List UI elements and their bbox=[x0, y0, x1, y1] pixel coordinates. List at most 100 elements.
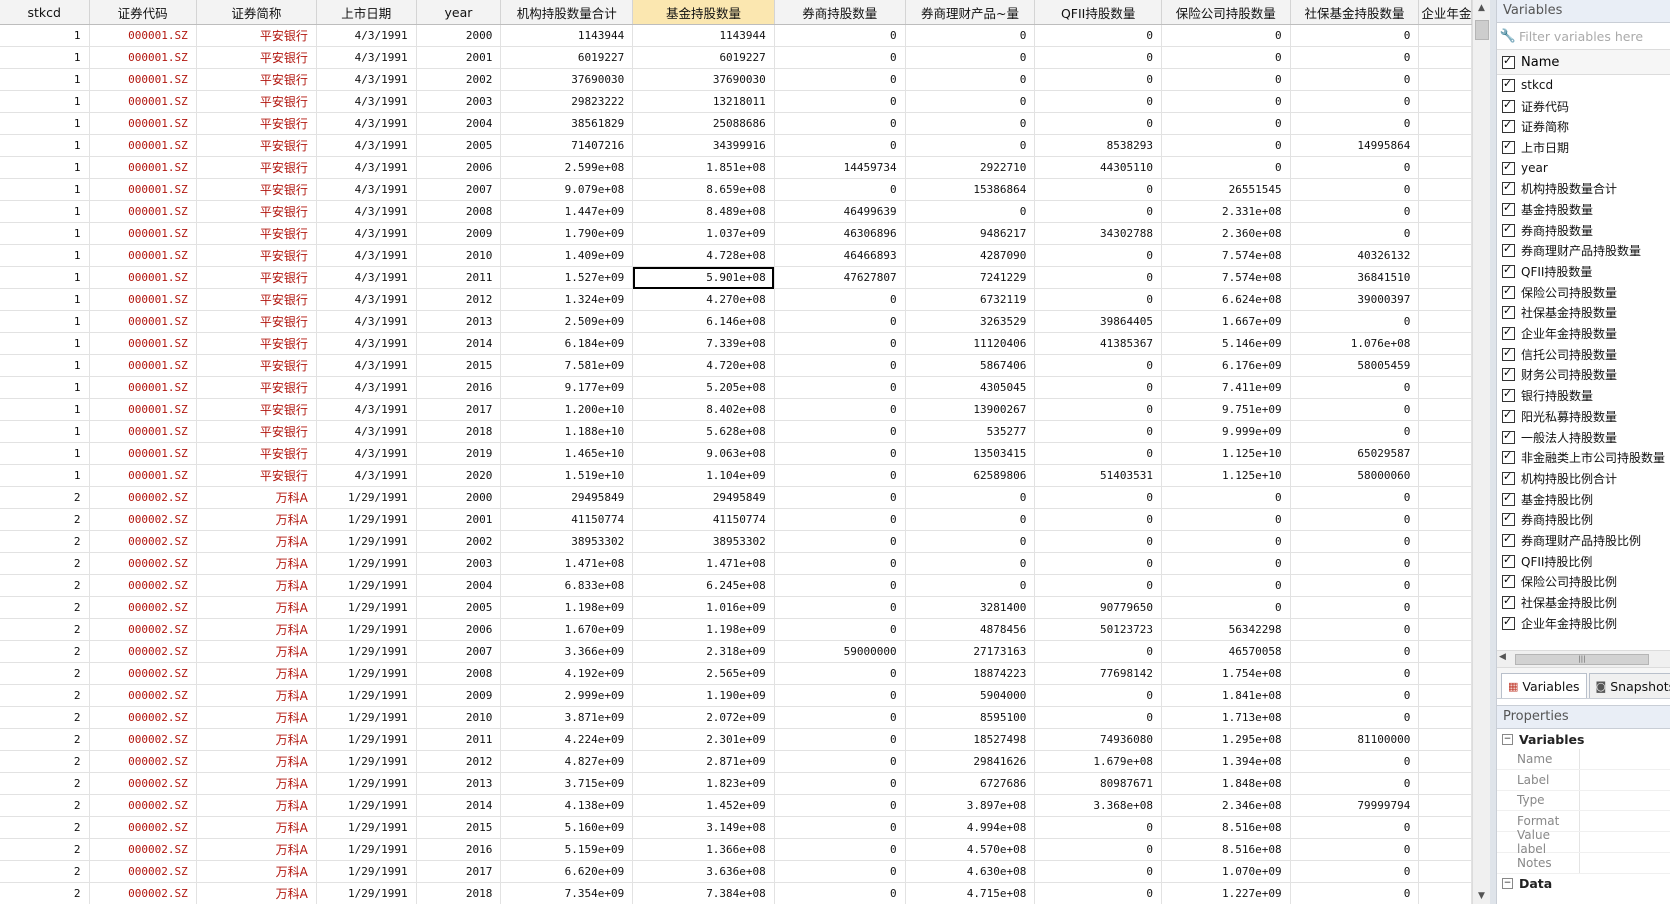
table-cell[interactable] bbox=[1418, 728, 1472, 751]
table-cell[interactable]: 000001.SZ bbox=[89, 134, 197, 157]
table-row[interactable]: 1 000001.SZ 平安银行 4/3/1991 2008 1.447e+09 8.489… bbox=[0, 200, 1472, 223]
variable-checkbox[interactable] bbox=[1502, 160, 1515, 175]
table-cell[interactable] bbox=[1418, 860, 1472, 883]
table-cell[interactable]: 0 bbox=[774, 530, 906, 553]
table-cell[interactable]: 0 bbox=[774, 90, 906, 113]
table-cell[interactable]: 4/3/1991 bbox=[316, 442, 417, 465]
table-cell[interactable]: 万科A bbox=[196, 728, 317, 751]
table-row[interactable]: 1 000001.SZ 平安银行 4/3/1991 2020 1.519e+10 1.104… bbox=[0, 464, 1472, 487]
table-cell[interactable]: 6727686 bbox=[905, 772, 1036, 795]
table-cell[interactable]: 1/29/1991 bbox=[316, 530, 417, 553]
table-cell[interactable]: 万科A bbox=[196, 882, 317, 904]
table-cell[interactable]: 18527498 bbox=[905, 728, 1036, 751]
table-cell[interactable] bbox=[1418, 530, 1472, 553]
table-cell[interactable]: 0 bbox=[1034, 90, 1162, 113]
table-cell[interactable]: 0 bbox=[774, 442, 906, 465]
table-cell[interactable]: 1/29/1991 bbox=[316, 508, 417, 531]
variable-checkbox[interactable] bbox=[1502, 325, 1515, 341]
table-cell[interactable]: 3.871e+09 bbox=[500, 706, 634, 729]
variable-item[interactable]: 财务公司持股数量 bbox=[1497, 365, 1670, 386]
table-cell[interactable] bbox=[1418, 68, 1472, 91]
table-cell[interactable]: 2 bbox=[0, 728, 90, 751]
table-cell[interactable]: 000001.SZ bbox=[89, 376, 197, 399]
table-cell[interactable]: 4.728e+08 bbox=[632, 244, 775, 267]
vertical-scrollbar[interactable]: ▲ ▼ bbox=[1472, 0, 1490, 904]
table-cell[interactable]: 平安银行 bbox=[196, 222, 317, 245]
table-cell[interactable]: 6019227 bbox=[500, 46, 634, 69]
table-cell[interactable]: 0 bbox=[1161, 508, 1291, 531]
table-row[interactable]: 2 000002.SZ 万科A 1/29/1991 2004 6.833e+08 6.245… bbox=[0, 574, 1472, 597]
variable-item[interactable]: 保险公司持股比例 bbox=[1497, 572, 1670, 593]
table-cell[interactable]: 万科A bbox=[196, 684, 317, 707]
table-cell[interactable]: 0 bbox=[905, 90, 1036, 113]
table-cell[interactable]: 9.999e+09 bbox=[1161, 420, 1291, 443]
table-cell[interactable]: 39864405 bbox=[1034, 310, 1162, 333]
table-row[interactable]: 1 000001.SZ 平安银行 4/3/1991 2017 1.200e+10 8.402… bbox=[0, 398, 1472, 421]
table-cell[interactable]: 2003 bbox=[416, 90, 502, 113]
table-cell[interactable]: 7.339e+08 bbox=[632, 332, 775, 355]
table-cell[interactable]: 2015 bbox=[416, 816, 502, 839]
variable-checkbox[interactable] bbox=[1502, 594, 1515, 610]
table-cell[interactable]: 13503415 bbox=[905, 442, 1036, 465]
table-cell[interactable]: 0 bbox=[1161, 156, 1291, 179]
variable-item[interactable]: 机构持股比例合计 bbox=[1497, 468, 1670, 489]
column-header[interactable]: 上市日期 bbox=[316, 0, 417, 25]
table-cell[interactable]: 000001.SZ bbox=[89, 200, 197, 223]
table-cell[interactable]: 4/3/1991 bbox=[316, 244, 417, 267]
table-cell[interactable] bbox=[1418, 376, 1472, 399]
variable-checkbox[interactable] bbox=[1502, 491, 1515, 506]
table-cell[interactable]: 1 bbox=[0, 68, 90, 91]
table-cell[interactable]: 2 bbox=[0, 596, 90, 619]
table-cell[interactable]: 36841510 bbox=[1290, 266, 1420, 289]
table-cell[interactable]: 0 bbox=[1290, 706, 1420, 729]
table-cell[interactable]: 1 bbox=[0, 376, 90, 399]
table-row[interactable]: 2 000002.SZ 万科A 1/29/1991 2010 3.871e+09 2.072… bbox=[0, 706, 1472, 729]
table-cell[interactable]: 1/29/1991 bbox=[316, 794, 417, 817]
column-header[interactable]: 企业年金 bbox=[1418, 0, 1472, 25]
variable-checkbox[interactable] bbox=[1502, 408, 1515, 423]
table-cell[interactable] bbox=[1418, 838, 1472, 861]
table-cell[interactable]: 4.570e+08 bbox=[905, 838, 1036, 861]
table-cell[interactable]: 0 bbox=[1290, 882, 1420, 904]
table-cell[interactable]: 2001 bbox=[416, 46, 502, 69]
variable-item[interactable]: 阳光私募持股数量 bbox=[1497, 406, 1670, 427]
table-cell[interactable]: 1 bbox=[0, 24, 90, 47]
table-cell[interactable]: 1 bbox=[0, 464, 90, 487]
property-value[interactable] bbox=[1579, 832, 1670, 852]
table-cell[interactable]: 81100000 bbox=[1290, 728, 1420, 751]
table-cell[interactable]: 000001.SZ bbox=[89, 398, 197, 421]
table-cell[interactable]: 77698142 bbox=[1034, 662, 1162, 685]
table-cell[interactable] bbox=[1418, 222, 1472, 245]
table-cell[interactable]: 4/3/1991 bbox=[316, 310, 417, 333]
table-cell[interactable]: 000002.SZ bbox=[89, 882, 197, 904]
table-cell[interactable]: 1 bbox=[0, 420, 90, 443]
table-cell[interactable] bbox=[1418, 112, 1472, 135]
table-cell[interactable]: 0 bbox=[1034, 46, 1162, 69]
table-row[interactable]: 1 000001.SZ 平安银行 4/3/1991 2016 9.177e+09 5.205… bbox=[0, 376, 1472, 399]
table-cell[interactable]: 000002.SZ bbox=[89, 750, 197, 773]
table-cell[interactable]: 1.188e+10 bbox=[500, 420, 634, 443]
table-cell[interactable]: 1 bbox=[0, 90, 90, 113]
table-cell[interactable]: 4/3/1991 bbox=[316, 398, 417, 421]
table-cell[interactable] bbox=[1418, 640, 1472, 663]
table-cell[interactable]: 2016 bbox=[416, 838, 502, 861]
table-cell[interactable]: 2012 bbox=[416, 288, 502, 311]
table-cell[interactable]: 2.331e+08 bbox=[1161, 200, 1291, 223]
property-row[interactable]: Name bbox=[1497, 749, 1670, 770]
table-cell[interactable]: 5.146e+09 bbox=[1161, 332, 1291, 355]
table-cell[interactable]: 0 bbox=[774, 684, 906, 707]
table-cell[interactable]: 6019227 bbox=[632, 46, 775, 69]
variables-hscrollbar[interactable]: ◀ ||| bbox=[1497, 651, 1670, 668]
variable-checkbox[interactable] bbox=[1502, 511, 1515, 527]
table-cell[interactable]: 2014 bbox=[416, 794, 502, 817]
table-cell[interactable]: 4.827e+09 bbox=[500, 750, 634, 773]
table-cell[interactable]: 9.079e+08 bbox=[500, 178, 634, 201]
table-cell[interactable]: 1 bbox=[0, 442, 90, 465]
variable-checkbox[interactable] bbox=[1502, 387, 1515, 403]
table-cell[interactable]: 2.072e+09 bbox=[632, 706, 775, 729]
table-cell[interactable] bbox=[1418, 816, 1472, 839]
table-cell[interactable]: 2 bbox=[0, 486, 90, 509]
table-cell[interactable]: 0 bbox=[905, 46, 1036, 69]
table-row[interactable]: 2 000002.SZ 万科A 1/29/1991 2003 1.471e+08 1.471… bbox=[0, 552, 1472, 575]
table-cell[interactable]: 4.994e+08 bbox=[905, 816, 1036, 839]
